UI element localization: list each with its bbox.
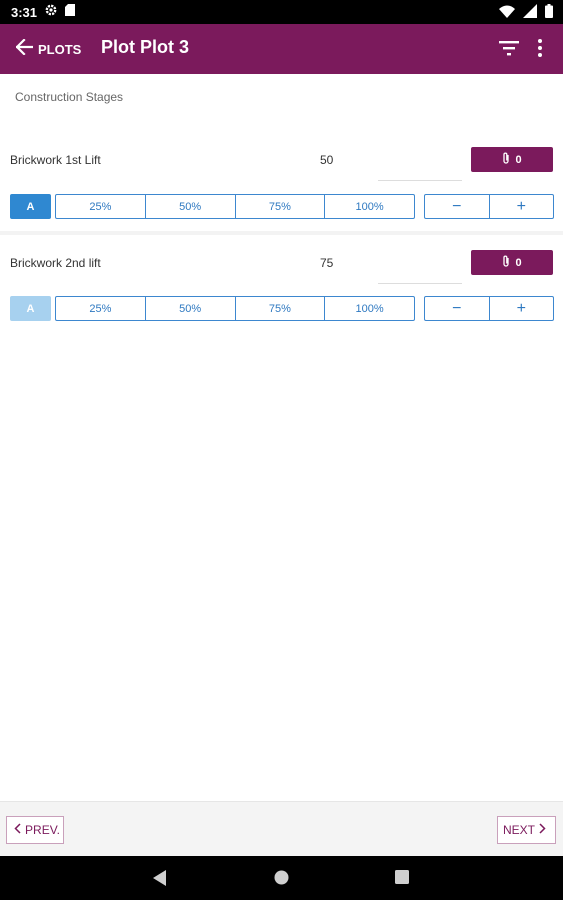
wifi-icon — [499, 5, 515, 23]
next-label: NEXT — [502, 823, 535, 837]
signal-icon — [523, 4, 537, 23]
attachments-button[interactable]: 0 — [471, 147, 553, 172]
prev-label: PREV. — [25, 823, 60, 837]
bottom-nav-bar: PREV. NEXT — [0, 801, 563, 856]
plus-button[interactable]: + — [488, 297, 554, 320]
status-time: 3:31 — [11, 4, 38, 20]
stage-a-button[interactable]: A — [10, 194, 51, 219]
attachments-button[interactable]: 0 — [471, 250, 553, 275]
stage-value: 75 — [320, 256, 334, 270]
section-label: Construction Stages — [15, 90, 124, 104]
back-triangle-icon[interactable] — [153, 870, 167, 891]
stage-a-button[interactable]: A — [10, 296, 51, 321]
sd-card-icon — [65, 3, 76, 21]
screen: 3:31 PLOTS Plot Plot 3 Construction Stag… — [0, 0, 563, 900]
paperclip-icon — [502, 255, 510, 270]
stage-value: 50 — [320, 153, 334, 167]
status-bar: 3:31 — [0, 0, 563, 24]
pct-75-button[interactable]: 75% — [234, 297, 325, 320]
percentage-segment-group: 25% 50% 75% 100% — [55, 296, 415, 321]
plus-button[interactable]: + — [488, 195, 554, 218]
attachment-count: 0 — [515, 153, 522, 166]
chevron-left-icon — [14, 823, 21, 837]
filter-icon[interactable] — [498, 38, 520, 63]
minus-button[interactable]: − — [425, 297, 489, 320]
pct-50-button[interactable]: 50% — [144, 297, 235, 320]
attachment-count: 0 — [515, 256, 522, 269]
stage-name: Brickwork 2nd lift — [10, 256, 101, 270]
stage-input-underline[interactable] — [378, 283, 462, 284]
stage-name: Brickwork 1st Lift — [10, 153, 101, 167]
back-label: PLOTS — [38, 41, 82, 57]
more-options-icon[interactable] — [536, 38, 544, 63]
back-to-plots-button[interactable]: PLOTS — [15, 37, 82, 60]
page-title: Plot Plot 3 — [101, 37, 190, 57]
pct-75-button[interactable]: 75% — [234, 195, 325, 218]
divider — [0, 231, 563, 235]
prev-button[interactable]: PREV. — [6, 816, 64, 844]
system-nav-bar — [0, 856, 563, 900]
recents-square-icon[interactable] — [395, 870, 409, 889]
pct-100-button[interactable]: 100% — [324, 297, 414, 320]
stepper-group: − + — [424, 194, 554, 219]
next-button[interactable]: NEXT — [497, 816, 556, 844]
home-circle-icon[interactable] — [274, 870, 289, 890]
battery-icon — [545, 4, 553, 23]
percentage-segment-group: 25% 50% 75% 100% — [55, 194, 415, 219]
pct-100-button[interactable]: 100% — [324, 195, 414, 218]
app-bar: PLOTS Plot Plot 3 — [0, 24, 563, 74]
chevron-right-icon — [539, 823, 546, 837]
arrow-left-icon — [15, 37, 34, 60]
status-right-icons — [499, 4, 553, 23]
pct-25-button[interactable]: 25% — [56, 297, 145, 320]
minus-button[interactable]: − — [425, 195, 489, 218]
stepper-group: − + — [424, 296, 554, 321]
gear-icon — [45, 3, 57, 21]
pct-25-button[interactable]: 25% — [56, 195, 145, 218]
stage-input-underline[interactable] — [378, 180, 462, 181]
paperclip-icon — [502, 152, 510, 167]
pct-50-button[interactable]: 50% — [144, 195, 235, 218]
